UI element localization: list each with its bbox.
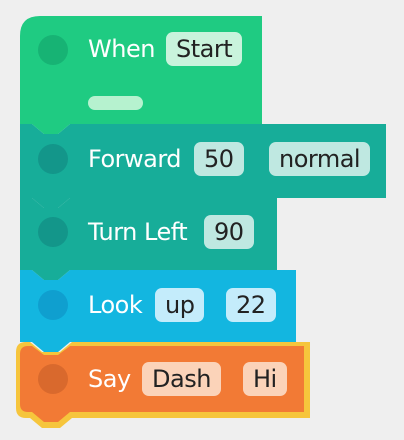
forward-speed-chip[interactable]: normal bbox=[269, 142, 371, 176]
forward-distance-chip[interactable]: 50 bbox=[194, 142, 244, 176]
turn-left-connector-dot[interactable] bbox=[38, 217, 68, 247]
say-connector-dot[interactable] bbox=[38, 364, 68, 394]
say-label: Say bbox=[88, 365, 131, 393]
forward-connector-dot[interactable] bbox=[38, 144, 68, 174]
turn-left-label: Turn Left bbox=[88, 218, 188, 246]
when-event-chip[interactable]: Start bbox=[166, 32, 243, 66]
say-voice-chip[interactable]: Dash bbox=[142, 362, 221, 396]
say-phrase-chip[interactable]: Hi bbox=[243, 362, 287, 396]
look-direction-chip[interactable]: up bbox=[155, 288, 205, 322]
when-expand-handle[interactable] bbox=[88, 96, 143, 110]
look-connector-dot[interactable] bbox=[38, 290, 68, 320]
code-canvas: When Start Forward 50 normal Turn Left 9… bbox=[0, 0, 404, 440]
forward-label: Forward bbox=[88, 145, 182, 173]
when-connector-dot[interactable] bbox=[38, 35, 68, 65]
look-label: Look bbox=[88, 291, 143, 319]
look-amount-chip[interactable]: 22 bbox=[226, 288, 276, 322]
turn-left-degrees-chip[interactable]: 90 bbox=[204, 215, 254, 249]
when-label: When bbox=[88, 35, 155, 63]
